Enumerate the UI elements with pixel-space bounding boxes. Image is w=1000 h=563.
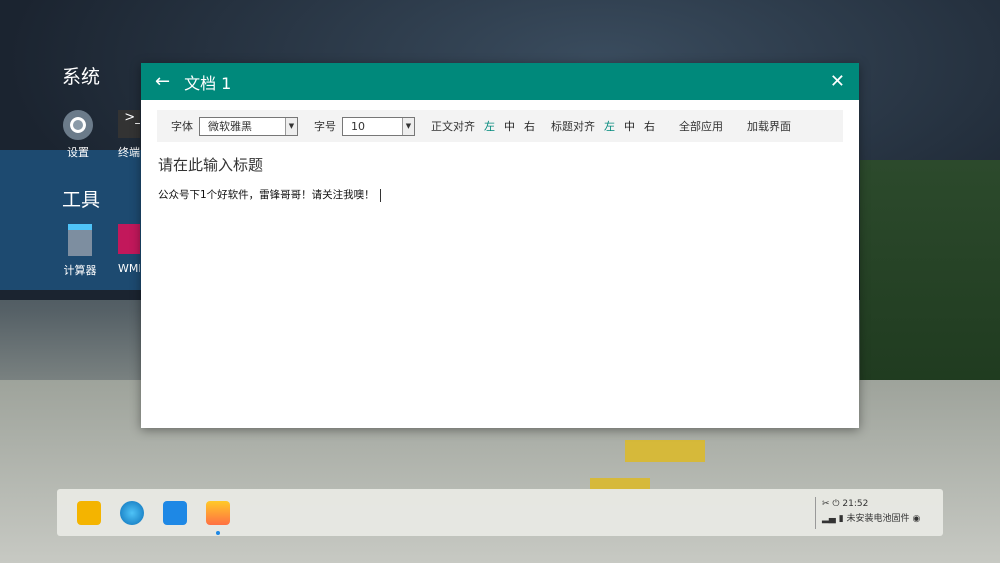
title-align-label: 标题对齐 (551, 120, 595, 133)
location-icon[interactable]: ◉ (912, 514, 920, 524)
wallpaper-foliage (860, 160, 1000, 400)
app-label: 计算器 (63, 264, 97, 277)
chevron-down-icon: ▼ (285, 117, 297, 135)
terminal-icon: >_ (118, 110, 140, 138)
clock: 21:52 (842, 499, 869, 509)
text-caret (379, 188, 381, 202)
size-select[interactable]: 10 ▼ (342, 116, 415, 136)
section-title-tools: 工具 (62, 189, 101, 211)
font-label: 字体 (171, 120, 193, 133)
size-label: 字号 (314, 120, 336, 133)
taskbar: ✂ ⏻ 21:52 ▂▄ ▮ 未安装电池固件 ◉ (57, 489, 943, 536)
body-align-label: 正文对齐 (431, 120, 475, 133)
running-indicator (216, 530, 220, 535)
battery-icon: ▮ (838, 514, 844, 524)
window-title: 文档 1 (184, 73, 232, 93)
app-label: 终端 (118, 146, 140, 159)
title-align-left[interactable]: 左 (604, 118, 615, 134)
body-align-center[interactable]: 中 (504, 118, 515, 134)
notes-app-icon[interactable] (206, 500, 230, 535)
signal-icon: ▂▄ (822, 514, 836, 524)
format-toolbar: 字体 微软雅黑 ▼ 字号 10 ▼ 正文对齐 左 中 右 标题对齐 左 中 右 全部… (157, 110, 843, 142)
font-select[interactable]: 微软雅黑 ▼ (199, 116, 298, 136)
battery-status: 未安装电池固件 (846, 514, 910, 524)
back-arrow-icon[interactable]: ← (155, 71, 170, 92)
app-wmp[interactable]: WMP (118, 224, 140, 275)
title-input[interactable]: 请在此输入标题 (158, 154, 859, 175)
title-bar: ← 文档 1 ✕ (141, 63, 859, 100)
app-label: WMP (118, 262, 140, 275)
document-window: ← 文档 1 ✕ 字体 微软雅黑 ▼ 字号 10 ▼ 正文对齐 左 中 右 标题对齐… (141, 63, 859, 428)
body-align-right[interactable]: 右 (524, 118, 535, 134)
edge-browser-icon[interactable] (120, 500, 144, 525)
file-explorer-icon[interactable] (77, 500, 101, 525)
title-align-center[interactable]: 中 (624, 118, 635, 134)
body-text: 公众号下1个好软件，雷锋哥哥！请关注我噢！ (158, 189, 375, 201)
load-ui-button[interactable]: 加载界面 (747, 118, 791, 134)
body-align-left[interactable]: 左 (484, 118, 495, 134)
size-value: 10 (351, 119, 365, 133)
apply-all-button[interactable]: 全部应用 (679, 118, 723, 134)
app-label: 设置 (67, 146, 89, 159)
chevron-down-icon: ▼ (402, 117, 414, 135)
calculator-icon (68, 224, 92, 256)
power-icon[interactable]: ⏻ (832, 499, 839, 509)
title-align-right[interactable]: 右 (644, 118, 655, 134)
media-player-icon (118, 224, 140, 254)
close-icon[interactable]: ✕ (830, 71, 845, 92)
gear-icon (63, 110, 93, 140)
section-title-system: 系统 (62, 66, 101, 88)
body-editor[interactable]: 公众号下1个好软件，雷锋哥哥！请关注我噢！ (158, 187, 859, 202)
system-tray: ✂ ⏻ 21:52 ▂▄ ▮ 未安装电池固件 ◉ (815, 497, 920, 529)
wallpaper-tile (625, 440, 705, 462)
scissors-icon[interactable]: ✂ (822, 499, 830, 509)
font-value: 微软雅黑 (208, 120, 252, 133)
app-settings[interactable]: 设置 (58, 110, 98, 160)
app-terminal[interactable]: >_ 终端 (118, 110, 140, 160)
app-calculator[interactable]: 计算器 (60, 224, 100, 278)
recycle-bin-icon[interactable] (163, 500, 187, 525)
